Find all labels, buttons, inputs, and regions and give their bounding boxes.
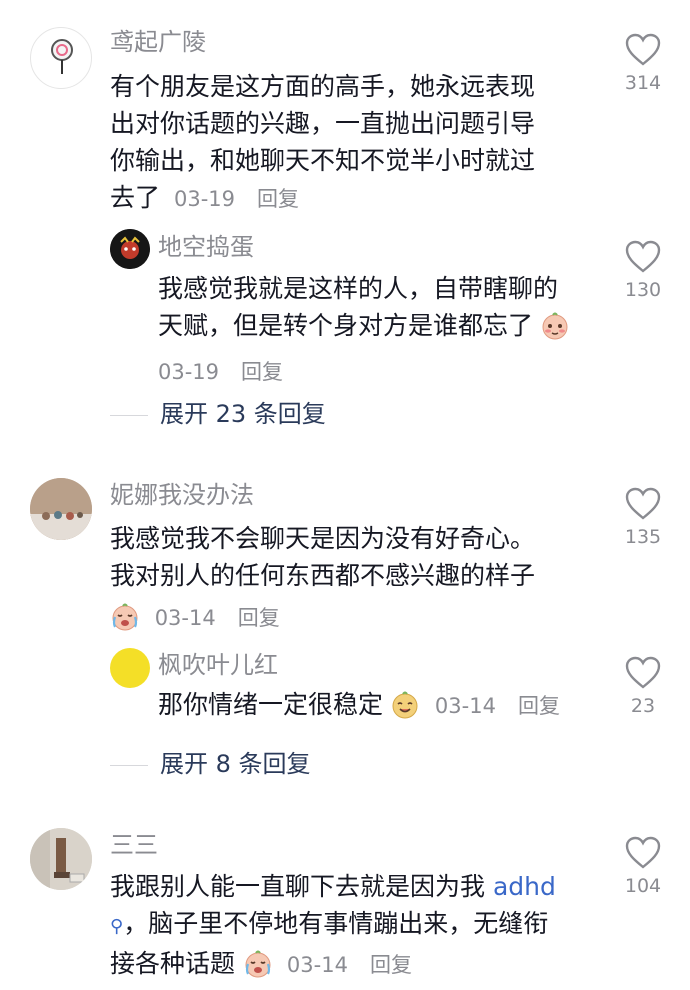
text-line: 我对别人的任何东西都不感兴趣的样子 — [110, 561, 536, 590]
username[interactable]: 鸢起广陵 — [110, 27, 206, 57]
reply-date: 03-19 — [158, 360, 220, 384]
avatar[interactable] — [30, 478, 92, 540]
heart-icon — [625, 33, 661, 66]
expand-replies-button[interactable]: 展开 23 条回复 — [110, 394, 326, 429]
like-button[interactable]: 135 — [615, 487, 671, 548]
text-line: 出对你话题的兴趣，一直抛出问题引导 — [110, 109, 536, 138]
like-count: 314 — [624, 72, 662, 94]
shy-face-emoji-icon — [541, 312, 569, 350]
text-line: 我跟别人能一直聊下去就是因为我 — [110, 872, 493, 901]
heart-icon — [625, 836, 661, 869]
comment-date: 03-19 — [173, 187, 235, 211]
text-line: 那你情绪一定很稳定 — [158, 690, 384, 719]
heart-icon — [625, 656, 661, 689]
lollipop-icon — [51, 39, 73, 74]
expand-label: 展开 8 条回复 — [160, 750, 311, 778]
reply-button[interactable]: 回复 — [238, 606, 280, 630]
comment-text: 我跟别人能一直聊下去就是因为我 adhd ⚲，脑子里不停地有事情蹦出来，无缝衔 … — [110, 868, 610, 988]
text-line: 接各种话题 — [110, 949, 236, 978]
username[interactable]: 三三 — [110, 830, 158, 860]
username[interactable]: 妮娜我没办法 — [110, 480, 254, 510]
like-button[interactable]: 104 — [615, 836, 671, 897]
comment-text: 我感觉我不会聊天是因为没有好奇心。 我对别人的任何东西都不感兴趣的样子 03-1… — [110, 520, 590, 643]
comment-date: 03-14 — [154, 606, 216, 630]
text-line: ，脑子里不停地有事情蹦出来，无缝衔 — [123, 909, 549, 938]
avatar[interactable] — [30, 828, 92, 890]
like-count: 135 — [624, 526, 662, 548]
username[interactable]: 枫吹叶儿红 — [158, 650, 278, 680]
avatar[interactable] — [110, 648, 150, 688]
heart-icon — [625, 240, 661, 273]
avatar[interactable] — [110, 229, 150, 269]
avatar-image — [110, 229, 150, 269]
search-icon[interactable]: ⚲ — [110, 916, 123, 937]
reply-text: 那你情绪一定很稳定 03-14 回复 — [158, 686, 598, 729]
username[interactable]: 地空捣蛋 — [158, 232, 254, 262]
like-button[interactable]: 130 — [615, 240, 671, 301]
like-button[interactable]: 314 — [615, 33, 671, 94]
like-button[interactable]: 23 — [615, 656, 671, 717]
heart-icon — [625, 487, 661, 520]
avatar-image — [30, 478, 92, 540]
like-count: 130 — [624, 279, 662, 301]
reply-date: 03-14 — [434, 694, 496, 718]
divider-line — [110, 764, 148, 766]
crying-face-emoji-icon — [243, 950, 273, 988]
adhd-link[interactable]: adhd — [493, 872, 556, 901]
reply-button[interactable]: 回复 — [370, 953, 412, 977]
like-count: 104 — [624, 875, 662, 897]
like-count: 23 — [630, 695, 656, 717]
avatar-image — [30, 828, 92, 890]
reply-button[interactable]: 回复 — [241, 360, 283, 384]
happy-face-emoji-icon — [391, 691, 419, 729]
text-line: 你输出，和她聊天不知不觉半小时就过 — [110, 146, 536, 175]
comment-text: 有个朋友是这方面的高手，她永远表现 出对你话题的兴趣，一直抛出问题引导 你输出，… — [110, 68, 590, 218]
text-line: 我感觉我就是这样的人，自带瞎聊的 — [158, 274, 559, 303]
crying-face-emoji-icon — [110, 603, 140, 643]
reply-button[interactable]: 回复 — [257, 187, 299, 211]
comment-date: 03-14 — [286, 953, 348, 977]
expand-replies-button[interactable]: 展开 8 条回复 — [110, 744, 311, 779]
text-line: 去了 — [110, 183, 161, 212]
reply-button[interactable]: 回复 — [518, 694, 560, 718]
text-line: 我感觉我不会聊天是因为没有好奇心。 — [110, 524, 536, 553]
expand-label: 展开 23 条回复 — [160, 400, 326, 428]
avatar[interactable] — [30, 27, 92, 89]
text-line: 天赋，但是转个身对方是谁都忘了 — [158, 311, 534, 340]
reply-text: 我感觉我就是这样的人，自带瞎聊的 天赋，但是转个身对方是谁都忘了 03-19 回复 — [158, 270, 598, 391]
divider-line — [110, 414, 148, 416]
text-line: 有个朋友是这方面的高手，她永远表现 — [110, 72, 536, 101]
